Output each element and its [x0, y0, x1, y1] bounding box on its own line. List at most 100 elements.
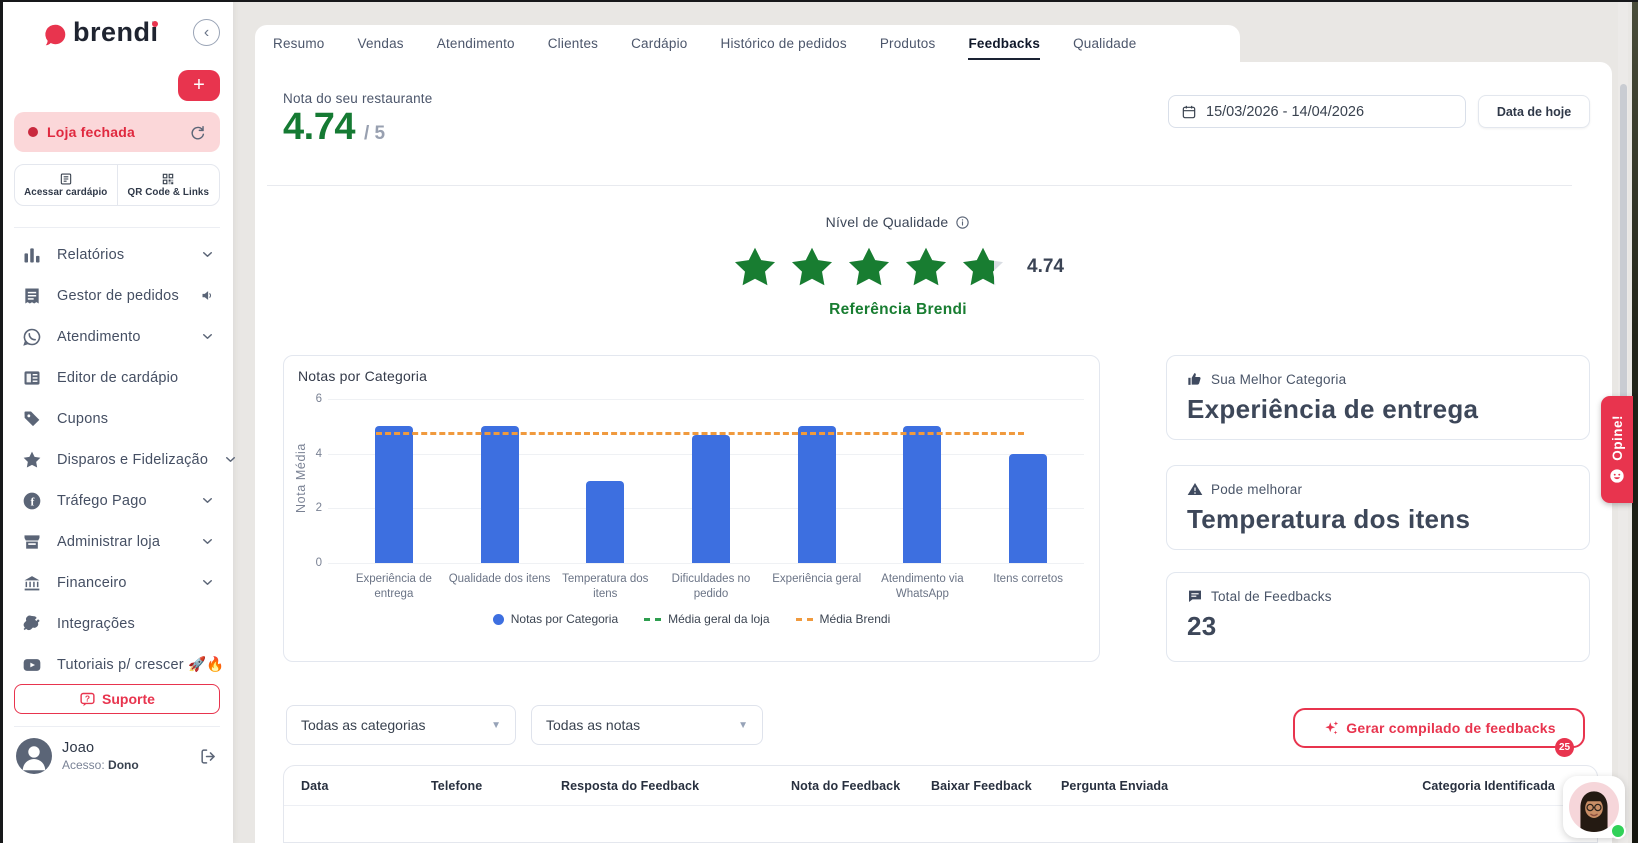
plug-icon [22, 614, 42, 634]
status-dot [28, 127, 38, 137]
tab-atendimento[interactable]: Atendimento [437, 35, 515, 53]
add-button[interactable]: + [178, 70, 220, 101]
legend-item-notas-por-categoria: Notas por Categoria [492, 612, 618, 626]
feedback-table-header: Data Telefone Resposta do Feedback Nota do … [284, 766, 1597, 806]
sparkle-icon [1322, 719, 1340, 737]
chart-bar-experiencia-geral [797, 426, 836, 563]
notes-filter-select[interactable]: Todas as notas ▼ [531, 705, 763, 745]
tab-resumo[interactable]: Resumo [273, 35, 324, 53]
tab-label: Feedbacks [968, 35, 1041, 60]
chart-ytick-label: 4 [315, 447, 322, 460]
sidebar-item-disparos-e-fidelizacao[interactable]: Disparos e Fidelização [0, 439, 236, 480]
sidebar-item-financeiro[interactable]: Financeiro [0, 562, 233, 603]
summary-card-value: Temperatura dos itens [1187, 504, 1471, 534]
info-icon[interactable] [955, 215, 970, 230]
feedback-table: Data Telefone Resposta do Feedback Nota do … [283, 765, 1598, 843]
restaurant-score: 4.74 / 5 [283, 106, 385, 149]
chart-bar-experiencia-de-entrega [374, 426, 413, 563]
tab-feedbacks[interactable]: Feedbacks [968, 35, 1041, 60]
youtube-icon [22, 655, 42, 675]
chart-gridline [328, 399, 1084, 400]
tab-qualidade[interactable]: Qualidade [1073, 35, 1136, 53]
tab-vendas[interactable]: Vendas [357, 35, 403, 53]
today-button[interactable]: Data de hoje [1478, 95, 1590, 128]
sidebar-item-editor-de-cardapio[interactable]: Editor de cardápio [0, 357, 233, 398]
qr-code-links-button[interactable]: QR Code & Links [116, 165, 220, 205]
chart-bar-dificuldades-no-pedido [692, 434, 730, 563]
tab-label: Resumo [273, 35, 325, 51]
refresh-icon[interactable] [189, 124, 206, 141]
notification-badge: 25 [1555, 738, 1574, 757]
star-icon [732, 245, 778, 288]
opine-label: Opine! [1609, 415, 1625, 461]
logout-icon[interactable] [199, 747, 218, 766]
window-border-left [0, 0, 3, 843]
acessar-cardapio-button[interactable]: Acessar cardápio [15, 165, 117, 205]
chart-category-label: Atendimento via WhatsApp [881, 573, 964, 600]
generate-feedback-summary-button[interactable]: Gerar compilado de feedbacks [1293, 708, 1585, 748]
restaurant-score-label: Nota do seu restaurante [283, 91, 433, 106]
qr-code-icon [161, 172, 175, 186]
notes-filter-value: Todas as notas [546, 717, 641, 733]
support-chat-widget[interactable] [1563, 776, 1626, 839]
tab-label: Clientes [547, 35, 599, 51]
chart-ytick-label: 6 [315, 393, 322, 405]
quality-section: Nível de Qualidade 4.74 Referência Brend… [533, 214, 1263, 319]
user-row: Joao Acesso: Dono [16, 738, 218, 774]
chevron-down-icon: ▼ [491, 719, 501, 731]
chevron-down-icon [200, 247, 215, 262]
restaurant-score-value: 4.74 [283, 106, 355, 148]
opine-feedback-tab[interactable]: Opine! [1601, 396, 1633, 503]
sidebar-item-atendimento[interactable]: Atendimento [0, 316, 233, 357]
sidebar-item-tutoriais-p-crescer[interactable]: Tutoriais p/ crescer 🚀🔥 [0, 644, 233, 685]
chevron-down-icon [200, 575, 215, 590]
chart-ytick-label: 0 [315, 557, 322, 569]
user-access: Acesso: Dono [62, 758, 139, 772]
sidebar-item-trafego-pago[interactable]: f Tráfego Pago [0, 480, 233, 521]
sidebar-item-integracoes[interactable]: Integrações [0, 603, 233, 644]
legend-item-media-brendi: Média Brendi [795, 612, 891, 626]
sidebar-item-label: Gestor de pedidos [57, 287, 179, 304]
sidebar-item-administrar-loja[interactable]: Administrar loja [0, 521, 233, 562]
chart-category-label: Itens corretos [993, 573, 1063, 585]
window-border-top [0, 0, 1638, 2]
sidebar-menu: Relatórios Gestor de pedidos Atendimento Ed… [0, 234, 236, 685]
speaker-icon[interactable] [200, 288, 215, 303]
star-icon [903, 245, 949, 288]
chart-bar-itens-corretos [1009, 453, 1048, 563]
date-range-picker[interactable]: 15/03/2026 - 14/04/2026 [1168, 95, 1466, 128]
sidebar-item-cupons[interactable]: Cupons [0, 398, 233, 439]
tab-cardapio[interactable]: Cardápio [631, 35, 687, 53]
column-header-pergunta-enviada: Pergunta Enviada [1061, 779, 1169, 793]
tab-label: Cardápio [631, 35, 688, 51]
menu-book-icon [22, 368, 42, 388]
legend-label: Média Brendi [819, 612, 891, 626]
star-icon [846, 245, 892, 288]
column-header-categoria-identificada: Categoria Identificada [1422, 779, 1555, 793]
sidebar-item-label: Disparos e Fidelização [57, 451, 209, 468]
quality-title: Nível de Qualidade [825, 214, 949, 230]
tab-label: Atendimento [436, 35, 515, 51]
sidebar-item-label: Administrar loja [57, 533, 161, 550]
support-button[interactable]: ? Suporte [14, 684, 220, 714]
category-filter-select[interactable]: Todas as categorias ▼ [286, 705, 516, 745]
summary-card-pode-melhorar: Pode melhorar Temperatura dos itens [1166, 465, 1590, 550]
tab-historico-de-pedidos[interactable]: Histórico de pedidos [721, 35, 847, 53]
chevron-down-icon [200, 329, 215, 344]
tab-clientes[interactable]: Clientes [548, 35, 598, 53]
sidebar-item-relatorios[interactable]: Relatórios [0, 234, 233, 275]
sidebar-item-label: Tutoriais p/ crescer 🚀🔥 [57, 657, 225, 673]
tab-produtos[interactable]: Produtos [880, 35, 936, 53]
summary-card-label: Sua Melhor Categoria [1211, 371, 1347, 387]
summary-card-sua-melhor-categoria: Sua Melhor Categoria Experiência de entre… [1166, 355, 1590, 440]
store-status-pill[interactable]: Loja fechada [14, 112, 220, 152]
quick-action-label: Acessar cardápio [24, 187, 108, 198]
reference-line-media-brendi [376, 432, 1024, 436]
sidebar-item-gestor-de-pedidos[interactable]: Gestor de pedidos [0, 275, 233, 316]
whatsapp-icon [22, 327, 42, 347]
quality-reference: Referência Brendi [829, 301, 967, 318]
chart-bar-atendimento-via-whatsapp [903, 426, 942, 563]
sidebar-collapse-button[interactable]: ‹ [193, 19, 220, 46]
page-scrollbar-thumb[interactable] [1620, 84, 1627, 414]
column-header-data: Data [301, 779, 329, 793]
